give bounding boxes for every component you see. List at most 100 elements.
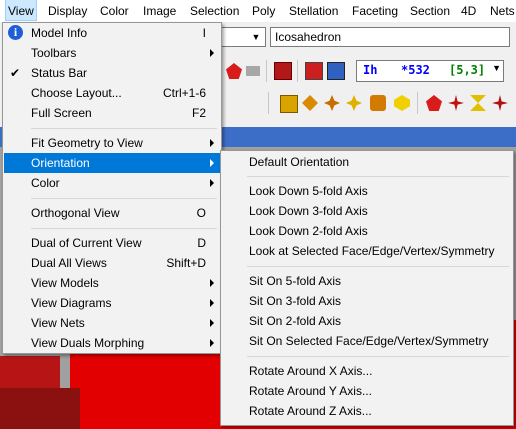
red-cube-icon[interactable] bbox=[274, 62, 292, 80]
menu-image[interactable]: Image bbox=[141, 0, 178, 22]
menu-item-label: Orthogonal View bbox=[31, 206, 120, 220]
copy-model-icon[interactable] bbox=[327, 62, 345, 80]
submenu-item-rotate-z[interactable]: Rotate Around Z Axis... bbox=[222, 401, 512, 421]
chevron-down-icon: ▼ bbox=[492, 63, 501, 73]
submenu-arrow-icon bbox=[210, 179, 214, 187]
menu-item-label: Look at Selected Face/Edge/Vertex/Symmet… bbox=[249, 244, 495, 258]
menu-item-model-info[interactable]: i Model Info I bbox=[4, 23, 220, 43]
menu-item-label: Look Down 3-fold Axis bbox=[249, 204, 368, 218]
menu-divider bbox=[247, 266, 509, 267]
menu-item-choose-layout[interactable]: Choose Layout... Ctrl+1-6 bbox=[4, 83, 220, 103]
submenu-item-sit-on-selected[interactable]: Sit On Selected Face/Edge/Vertex/Symmetr… bbox=[222, 331, 512, 351]
polyhedron-dropdown[interactable]: Icosahedron bbox=[270, 27, 510, 47]
submenu-item-look-down-3fold[interactable]: Look Down 3-fold Axis bbox=[222, 201, 512, 221]
menu-item-color[interactable]: Color bbox=[4, 173, 220, 193]
symmetry-field[interactable]: Ih *532 [5,3] ▼ bbox=[356, 60, 504, 82]
submenu-item-sit-on-3fold[interactable]: Sit On 3-fold Axis bbox=[222, 291, 512, 311]
menu-4d[interactable]: 4D bbox=[459, 0, 478, 22]
menu-item-shortcut: O bbox=[196, 206, 206, 220]
toolbar-separator bbox=[297, 60, 298, 82]
menu-item-fit-geometry[interactable]: Fit Geometry to View bbox=[4, 133, 220, 153]
menu-divider bbox=[247, 356, 509, 357]
submenu-item-look-down-5fold[interactable]: Look Down 5-fold Axis bbox=[222, 181, 512, 201]
menu-item-label: Default Orientation bbox=[249, 155, 350, 169]
submenu-item-sit-on-2fold[interactable]: Sit On 2-fold Axis bbox=[222, 311, 512, 331]
menu-item-shortcut: Shift+D bbox=[166, 256, 206, 270]
menu-item-label: Rotate Around Z Axis... bbox=[249, 404, 372, 418]
menu-item-shortcut: I bbox=[202, 26, 206, 40]
schlafli-symbol: [5,3] bbox=[449, 63, 486, 77]
menu-item-label: Rotate Around Y Axis... bbox=[249, 384, 372, 398]
toolbar-separator bbox=[266, 60, 267, 82]
menu-section[interactable]: Section bbox=[408, 0, 452, 22]
submenu-arrow-icon bbox=[210, 319, 214, 327]
menu-item-label: Dual All Views bbox=[31, 256, 107, 270]
menu-item-dual-all[interactable]: Dual All Views Shift+D bbox=[4, 253, 220, 273]
menu-item-label: Choose Layout... bbox=[31, 86, 122, 100]
menu-item-toolbars[interactable]: Toolbars bbox=[4, 43, 220, 63]
menu-faceting[interactable]: Faceting bbox=[350, 0, 400, 22]
submenu-arrow-icon bbox=[210, 49, 214, 57]
submenu-arrow-icon bbox=[210, 279, 214, 287]
menu-divider bbox=[31, 198, 217, 199]
menu-item-full-screen[interactable]: Full Screen F2 bbox=[4, 103, 220, 123]
submenu-arrow-icon bbox=[210, 139, 214, 147]
submenu-item-rotate-y[interactable]: Rotate Around Y Axis... bbox=[222, 381, 512, 401]
menu-item-view-duals-morphing[interactable]: View Duals Morphing bbox=[4, 333, 220, 353]
menu-item-status-bar[interactable]: ✔ Status Bar bbox=[4, 63, 220, 83]
menu-item-label: Dual of Current View bbox=[31, 236, 142, 250]
menu-item-view-diagrams[interactable]: View Diagrams bbox=[4, 293, 220, 313]
submenu-arrow-icon bbox=[210, 159, 214, 167]
menu-item-view-nets[interactable]: View Nets bbox=[4, 313, 220, 333]
submenu-item-sit-on-5fold[interactable]: Sit On 5-fold Axis bbox=[222, 271, 512, 291]
menu-bar: View Display Color Image Selection Poly … bbox=[0, 0, 516, 23]
menu-item-label: Orientation bbox=[31, 156, 90, 170]
submenu-arrow-icon bbox=[210, 339, 214, 347]
menu-item-label: Sit On 2-fold Axis bbox=[249, 314, 342, 328]
menu-stellation[interactable]: Stellation bbox=[287, 0, 340, 22]
menu-poly[interactable]: Poly bbox=[250, 0, 277, 22]
submenu-item-look-down-2fold[interactable]: Look Down 2-fold Axis bbox=[222, 221, 512, 241]
submenu-arrow-icon bbox=[210, 299, 214, 307]
menu-divider bbox=[247, 176, 509, 177]
menu-item-label: View Duals Morphing bbox=[31, 336, 145, 350]
menu-item-label: Look Down 2-fold Axis bbox=[249, 224, 368, 238]
menu-item-label: Status Bar bbox=[31, 66, 88, 80]
menu-selection[interactable]: Selection bbox=[188, 0, 241, 22]
menu-view[interactable]: View bbox=[5, 0, 37, 21]
menu-item-view-models[interactable]: View Models bbox=[4, 273, 220, 293]
menu-item-label: Sit On 5-fold Axis bbox=[249, 274, 342, 288]
orientation-submenu: Default Orientation Look Down 5-fold Axi… bbox=[220, 150, 514, 426]
model-face bbox=[0, 388, 80, 429]
stellation-icon-5[interactable] bbox=[370, 95, 386, 111]
menu-item-label: Fit Geometry to View bbox=[31, 136, 143, 150]
cube-outline-icon[interactable] bbox=[305, 62, 323, 80]
menu-item-label: Model Info bbox=[31, 26, 88, 40]
toolbar-separator bbox=[417, 92, 418, 114]
menu-color[interactable]: Color bbox=[98, 0, 131, 22]
submenu-item-default-orientation[interactable]: Default Orientation bbox=[222, 152, 512, 172]
menu-item-orthogonal-view[interactable]: Orthogonal View O bbox=[4, 203, 220, 223]
menu-item-shortcut: F2 bbox=[191, 106, 206, 120]
menu-item-label: Rotate Around X Axis... bbox=[249, 364, 373, 378]
menu-divider bbox=[31, 228, 217, 229]
check-icon: ✔ bbox=[10, 66, 21, 80]
view-menu: i Model Info I Toolbars ✔ Status Bar Cho… bbox=[2, 22, 222, 354]
menu-item-orientation[interactable]: Orientation bbox=[4, 153, 220, 173]
menu-nets[interactable]: Nets bbox=[488, 0, 516, 22]
submenu-item-rotate-x[interactable]: Rotate Around X Axis... bbox=[222, 361, 512, 381]
menu-item-label: Sit On 3-fold Axis bbox=[249, 294, 342, 308]
toolbar-separator bbox=[268, 92, 269, 114]
gray-bar-icon[interactable] bbox=[246, 66, 260, 76]
menu-divider bbox=[31, 128, 217, 129]
menu-item-shortcut: D bbox=[197, 236, 206, 250]
chevron-down-icon: ▼ bbox=[251, 32, 261, 42]
menu-item-label: Color bbox=[31, 176, 60, 190]
menu-item-label: Full Screen bbox=[31, 106, 92, 120]
stellation-icon-1[interactable] bbox=[280, 95, 298, 113]
menu-item-dual-current[interactable]: Dual of Current View D bbox=[4, 233, 220, 253]
submenu-item-look-at-selected[interactable]: Look at Selected Face/Edge/Vertex/Symmet… bbox=[222, 241, 512, 261]
menu-item-shortcut: Ctrl+1-6 bbox=[162, 86, 206, 100]
menu-display[interactable]: Display bbox=[46, 0, 89, 22]
info-icon: i bbox=[8, 25, 23, 40]
